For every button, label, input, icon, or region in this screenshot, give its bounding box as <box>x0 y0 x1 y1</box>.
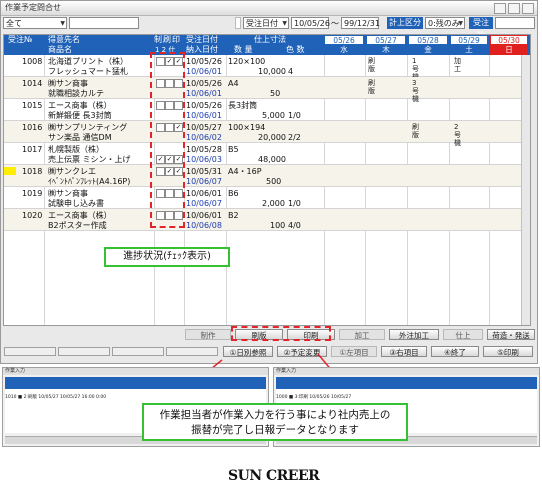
screenshot-root: 作業予定問合せ 全て 受注日付 10/05/26 ～ 99/12/31 計上区分… <box>0 0 542 491</box>
mini-row: 1010 ■ 2:刷版 10/05/27 10/05/27 16:00 0:00 <box>5 395 107 400</box>
bottom-annotation-line1: 作業担当者が作業入力を行う事により社内売上の <box>159 409 391 421</box>
mini-row: 1000 ■ 3:印刷 10/05/26 10/05/27 <box>276 395 352 400</box>
bottom-annotation-line2: 振替が完了し日報データとなります <box>191 424 359 436</box>
mini-header <box>276 377 537 389</box>
bottom-annotation: 作業担当者が作業入力を行う事により社内売上の 振替が完了し日報データとなります <box>142 403 408 441</box>
mini-title: 作業入力 <box>3 368 268 375</box>
sun-creer-logo: SUN CREER <box>228 468 320 484</box>
mini-header <box>5 377 266 389</box>
mini-title: 作業入力 <box>274 368 539 375</box>
